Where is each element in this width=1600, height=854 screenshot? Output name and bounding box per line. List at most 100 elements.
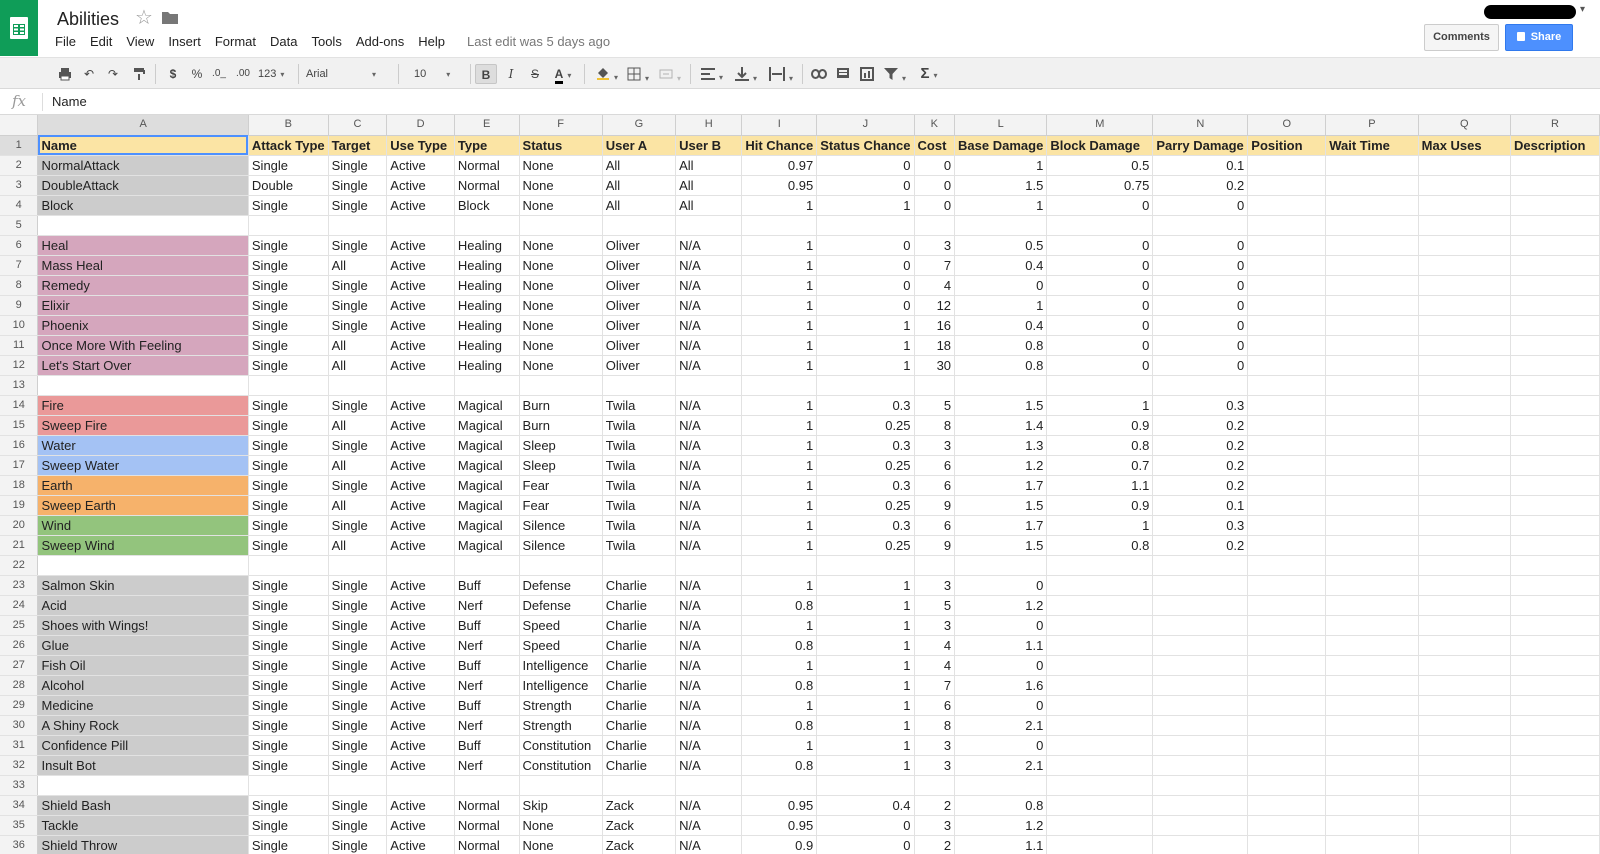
cell-h30[interactable]: N/A (675, 715, 743, 736)
cell-l21[interactable]: 1.5 (954, 535, 1048, 556)
cell-l31[interactable]: 0 (954, 735, 1048, 756)
cell-q31[interactable] (1418, 735, 1511, 756)
cell-l2[interactable]: 1 (954, 155, 1048, 176)
cell-b31[interactable]: Single (248, 735, 329, 756)
cell-f31[interactable]: Constitution (519, 735, 603, 756)
cell-o15[interactable] (1247, 415, 1327, 436)
cell-p11[interactable] (1325, 335, 1419, 356)
cell-o21[interactable] (1247, 535, 1327, 556)
cell-b21[interactable]: Single (248, 535, 329, 556)
cell-k3[interactable]: 0 (914, 175, 956, 196)
cell-h21[interactable]: N/A (675, 535, 743, 556)
cell-r32[interactable] (1510, 755, 1600, 776)
cell-e31[interactable]: Buff (454, 735, 520, 756)
cell-l22[interactable] (954, 555, 1048, 576)
cell-f18[interactable]: Fear (519, 475, 603, 496)
cell-h20[interactable]: N/A (675, 515, 743, 536)
cell-e36[interactable]: Normal (454, 835, 520, 854)
cell-p36[interactable] (1325, 835, 1419, 854)
cell-f34[interactable]: Skip (519, 795, 603, 816)
cell-p6[interactable] (1325, 235, 1419, 256)
cell-c7[interactable]: All (328, 255, 388, 276)
cell-k30[interactable]: 8 (914, 715, 956, 736)
cell-h28[interactable]: N/A (675, 675, 743, 696)
cell-m17[interactable]: 0.7 (1046, 455, 1154, 476)
cell-l12[interactable]: 0.8 (954, 355, 1048, 376)
cell-j3[interactable]: 0 (816, 175, 915, 196)
cell-a15[interactable]: Sweep Fire (37, 415, 249, 436)
cell-p35[interactable] (1325, 815, 1419, 836)
cell-r4[interactable] (1510, 195, 1600, 216)
cell-f1[interactable]: Status (519, 135, 603, 156)
cell-e35[interactable]: Normal (454, 815, 520, 836)
cell-p26[interactable] (1325, 635, 1419, 656)
comments-button[interactable]: Comments (1424, 24, 1499, 51)
cell-h25[interactable]: N/A (675, 615, 743, 636)
cell-a10[interactable]: Phoenix (37, 315, 249, 336)
cell-r36[interactable] (1510, 835, 1600, 854)
cell-c23[interactable]: Single (328, 575, 388, 596)
font-family-dropdown[interactable]: Arial ▾ (306, 64, 392, 84)
cell-m19[interactable]: 0.9 (1046, 495, 1154, 516)
cell-m5[interactable] (1046, 215, 1154, 236)
column-header-k[interactable]: K (914, 115, 956, 136)
cell-j34[interactable]: 0.4 (816, 795, 915, 816)
cell-h32[interactable]: N/A (675, 755, 743, 776)
cell-j25[interactable]: 1 (816, 615, 915, 636)
cell-b20[interactable]: Single (248, 515, 329, 536)
column-header-m[interactable]: M (1046, 115, 1154, 136)
cell-h7[interactable]: N/A (675, 255, 743, 276)
cell-g10[interactable]: Oliver (602, 315, 677, 336)
cell-r2[interactable] (1510, 155, 1600, 176)
cell-n9[interactable]: 0 (1152, 295, 1249, 316)
row-header[interactable]: 31 (0, 735, 39, 756)
cell-h11[interactable]: N/A (675, 335, 743, 356)
cell-f33[interactable] (519, 775, 603, 796)
menu-tools[interactable]: Tools (311, 33, 349, 51)
cell-i9[interactable]: 1 (741, 295, 818, 316)
cell-r12[interactable] (1510, 355, 1600, 376)
cell-b15[interactable]: Single (248, 415, 329, 436)
cell-e23[interactable]: Buff (454, 575, 520, 596)
row-header[interactable]: 23 (0, 575, 39, 596)
cell-n6[interactable]: 0 (1152, 235, 1249, 256)
cell-p4[interactable] (1325, 195, 1419, 216)
cell-d17[interactable]: Active (386, 455, 455, 476)
cell-k6[interactable]: 3 (914, 235, 956, 256)
cell-o30[interactable] (1247, 715, 1327, 736)
column-header-h[interactable]: H (675, 115, 743, 136)
cell-a36[interactable]: Shield Throw (37, 835, 249, 854)
cell-k26[interactable]: 4 (914, 635, 956, 656)
cell-g20[interactable]: Twila (602, 515, 677, 536)
cell-b30[interactable]: Single (248, 715, 329, 736)
cell-j10[interactable]: 1 (816, 315, 915, 336)
cell-k20[interactable]: 6 (914, 515, 956, 536)
cell-f30[interactable]: Strength (519, 715, 603, 736)
cell-k34[interactable]: 2 (914, 795, 956, 816)
cell-p34[interactable] (1325, 795, 1419, 816)
cell-c20[interactable]: Single (328, 515, 388, 536)
cell-r7[interactable] (1510, 255, 1600, 276)
cell-o4[interactable] (1247, 195, 1327, 216)
cell-c33[interactable] (328, 775, 388, 796)
cell-n21[interactable]: 0.2 (1152, 535, 1249, 556)
cell-k16[interactable]: 3 (914, 435, 956, 456)
cell-i16[interactable]: 1 (741, 435, 818, 456)
cell-i6[interactable]: 1 (741, 235, 818, 256)
cell-g25[interactable]: Charlie (602, 615, 677, 636)
cell-d14[interactable]: Active (386, 395, 455, 416)
cell-j7[interactable]: 0 (816, 255, 915, 276)
cell-m24[interactable] (1046, 595, 1154, 616)
cell-i31[interactable]: 1 (741, 735, 818, 756)
row-header[interactable]: 30 (0, 715, 39, 736)
cell-d21[interactable]: Active (386, 535, 455, 556)
cell-h12[interactable]: N/A (675, 355, 743, 376)
cell-e15[interactable]: Magical (454, 415, 520, 436)
cell-g7[interactable]: Oliver (602, 255, 677, 276)
cell-h15[interactable]: N/A (675, 415, 743, 436)
cell-j31[interactable]: 1 (816, 735, 915, 756)
cell-a30[interactable]: A Shiny Rock (37, 715, 249, 736)
cell-j13[interactable] (816, 375, 915, 396)
row-header[interactable]: 8 (0, 275, 39, 296)
cell-l6[interactable]: 0.5 (954, 235, 1048, 256)
